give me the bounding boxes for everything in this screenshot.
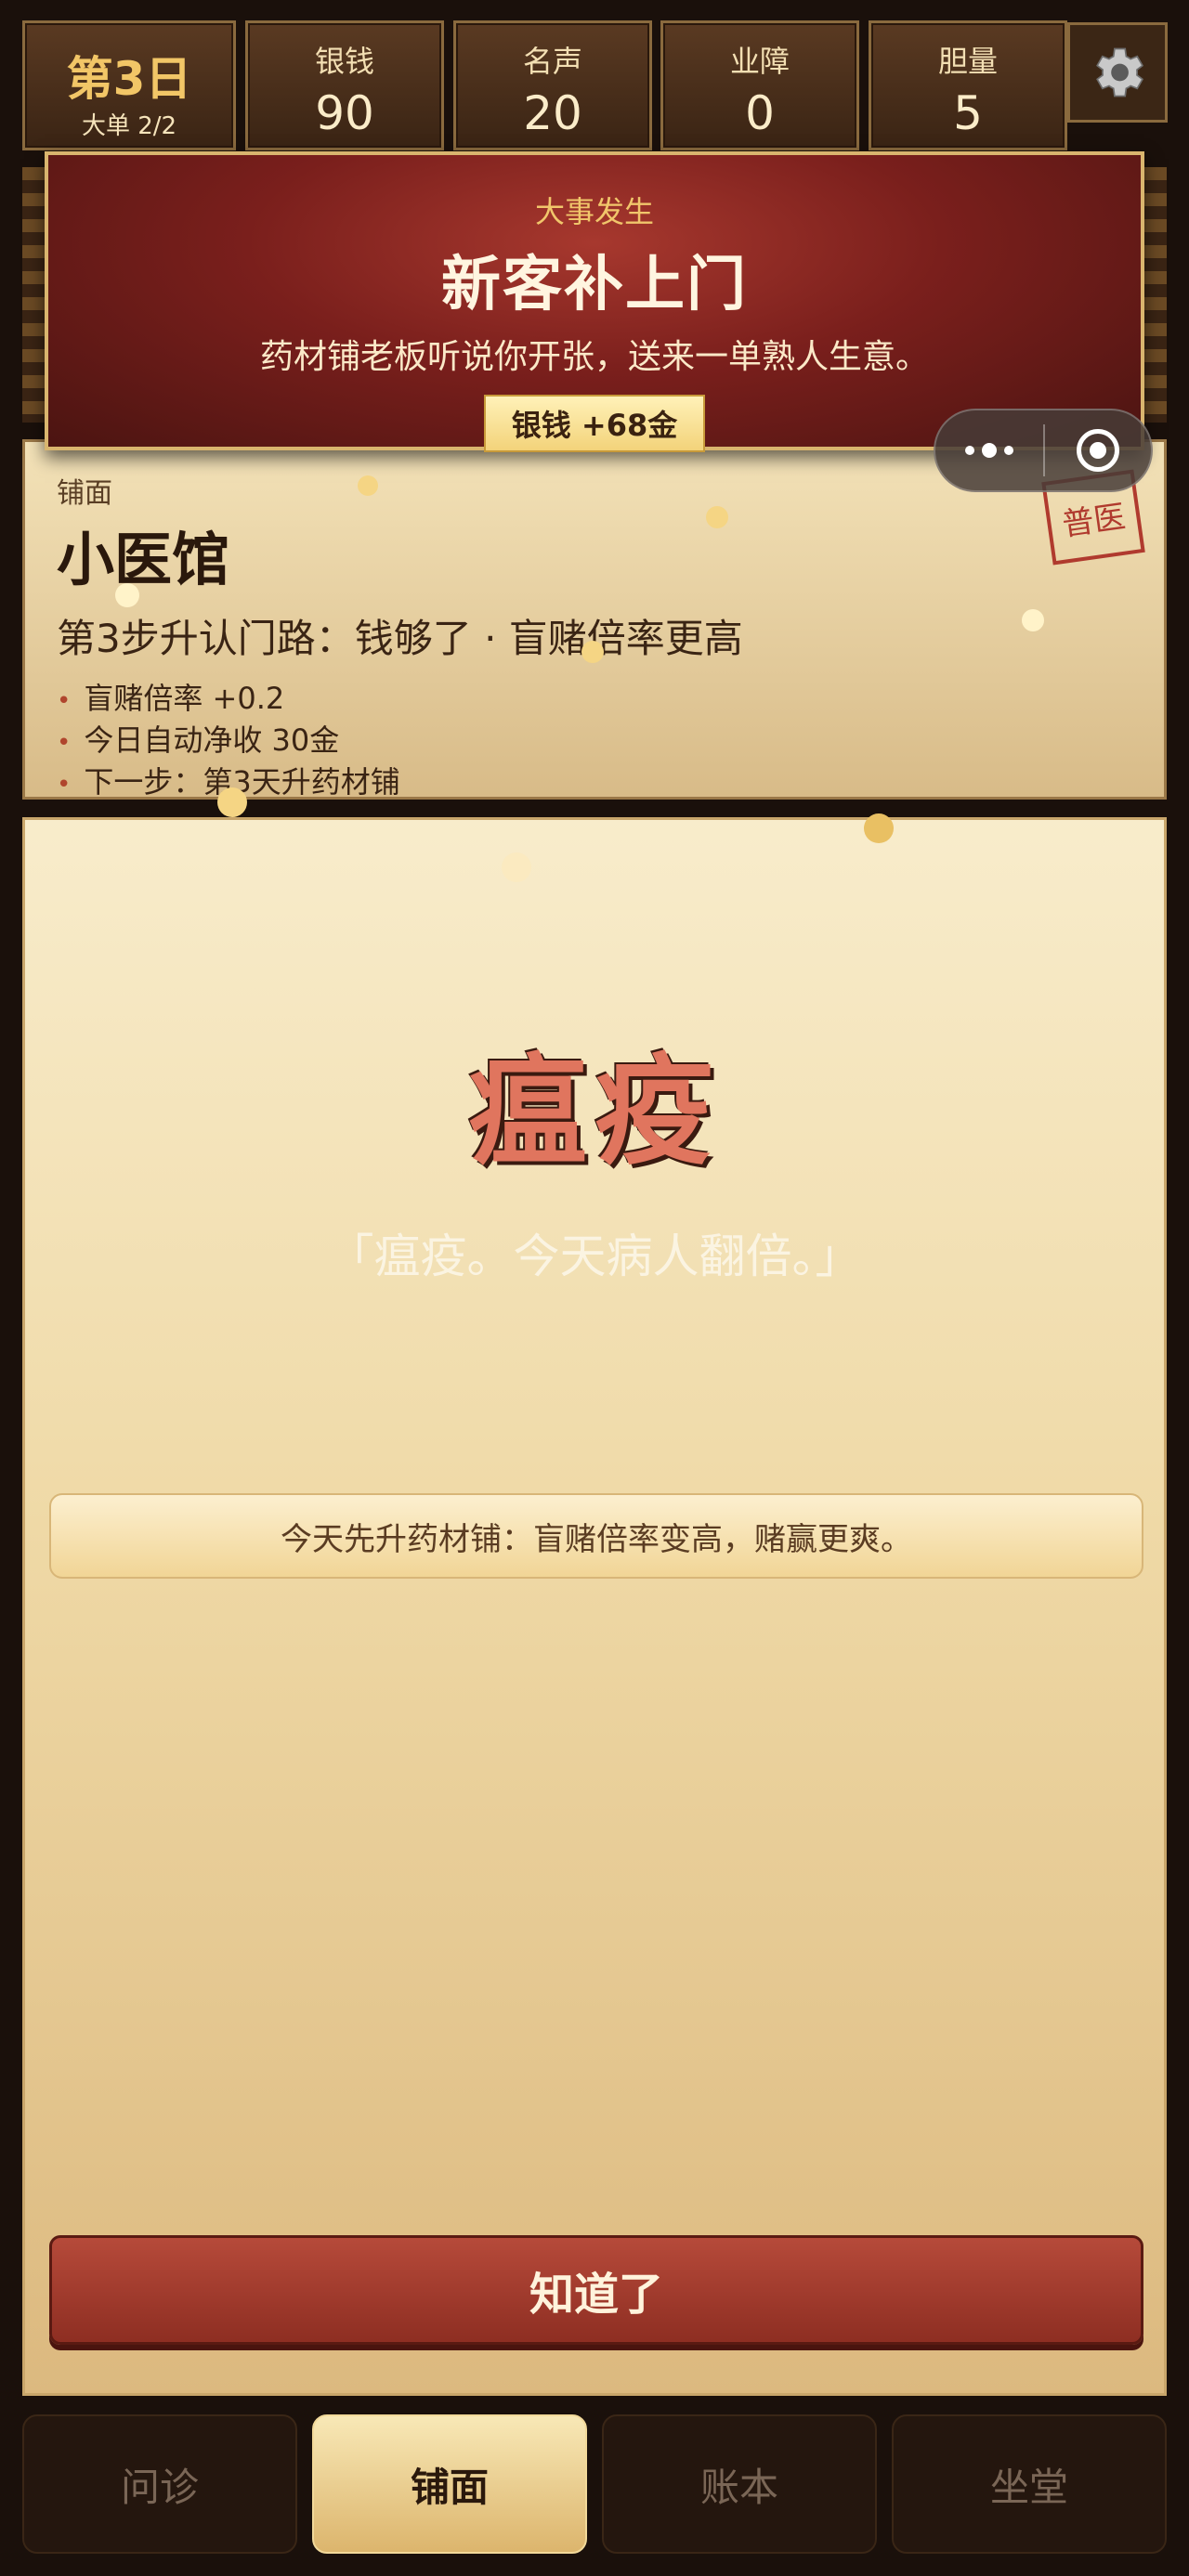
modal-quote: 「瘟疫。今天病人翻倍。」 (327, 1229, 862, 1283)
tab-consult[interactable]: 问诊 (22, 2414, 297, 2554)
shop-bullets: 盲赌倍率 +0.2 今日自动净收 30金 下一步：第3天升药材铺 (57, 679, 1132, 804)
stat-fame-label: 名声 (522, 44, 582, 79)
stat-fame-value: 20 (523, 86, 582, 140)
sparkle (1022, 609, 1044, 631)
event-reward-badge: 银钱 +68金 (483, 395, 706, 452)
big-order-progress: 大单 2/2 (81, 112, 177, 140)
sparkle (217, 787, 247, 817)
day-label: 第3日 (66, 52, 192, 106)
list-item: 今日自动净收 30金 (57, 721, 1132, 762)
confirm-button[interactable]: 知道了 (49, 2235, 1143, 2345)
decor-rail-right (1143, 167, 1167, 423)
sparkle (706, 506, 728, 528)
stat-courage-value: 5 (953, 86, 983, 140)
stat-karma-value: 0 (745, 86, 775, 140)
sparkle (115, 583, 139, 607)
sparkle (864, 813, 894, 843)
miniprogram-capsule (934, 409, 1153, 492)
tab-clinic[interactable]: 坐堂 (892, 2414, 1167, 2554)
modal-tip: 今天先升药材铺：盲赌倍率变高，赌赢更爽。 (49, 1493, 1143, 1579)
event-kicker: 大事发生 (534, 194, 654, 229)
settings-button[interactable] (1067, 22, 1168, 123)
list-item: 盲赌倍率 +0.2 (57, 679, 1132, 721)
sparkle (581, 641, 604, 663)
more-dots-icon[interactable] (935, 443, 1043, 458)
modal-headline: 瘟疫 (467, 1043, 721, 1181)
event-title: 新客补上门 (441, 251, 748, 319)
stat-karma-label: 业障 (729, 44, 790, 79)
event-description: 药材铺老板听说你开张，送来一单熟人生意。 (259, 338, 929, 376)
sparkle (358, 475, 378, 496)
shop-card: 铺面 小医馆 第3步升认门路：钱够了 · 盲赌倍率更高 盲赌倍率 +0.2 今日… (22, 439, 1167, 800)
day-counter: 第3日 大单 2/2 (22, 20, 236, 150)
stat-karma: 业障 0 (660, 20, 859, 150)
target-close-icon[interactable] (1045, 429, 1151, 472)
decor-rail-left (22, 167, 46, 423)
tab-ledger[interactable]: 账本 (602, 2414, 877, 2554)
sparkle (502, 852, 531, 882)
stat-courage: 胆量 5 (869, 20, 1067, 150)
shop-name: 小医馆 (57, 526, 230, 593)
stat-silver: 银钱 90 (245, 20, 444, 150)
stat-courage-label: 胆量 (937, 44, 998, 79)
tab-shop[interactable]: 铺面 (312, 2414, 587, 2554)
event-banner: 大事发生 新客补上门 药材铺老板听说你开张，送来一单熟人生意。 银钱 +68金 (45, 151, 1144, 452)
event-modal: 瘟疫 「瘟疫。今天病人翻倍。」 今天先升药材铺：盲赌倍率变高，赌赢更爽。 知道了 (22, 817, 1167, 2396)
stat-fame: 名声 20 (453, 20, 652, 150)
stat-silver-value: 90 (315, 86, 374, 140)
gear-icon (1096, 47, 1144, 98)
stat-silver-label: 银钱 (314, 44, 374, 79)
